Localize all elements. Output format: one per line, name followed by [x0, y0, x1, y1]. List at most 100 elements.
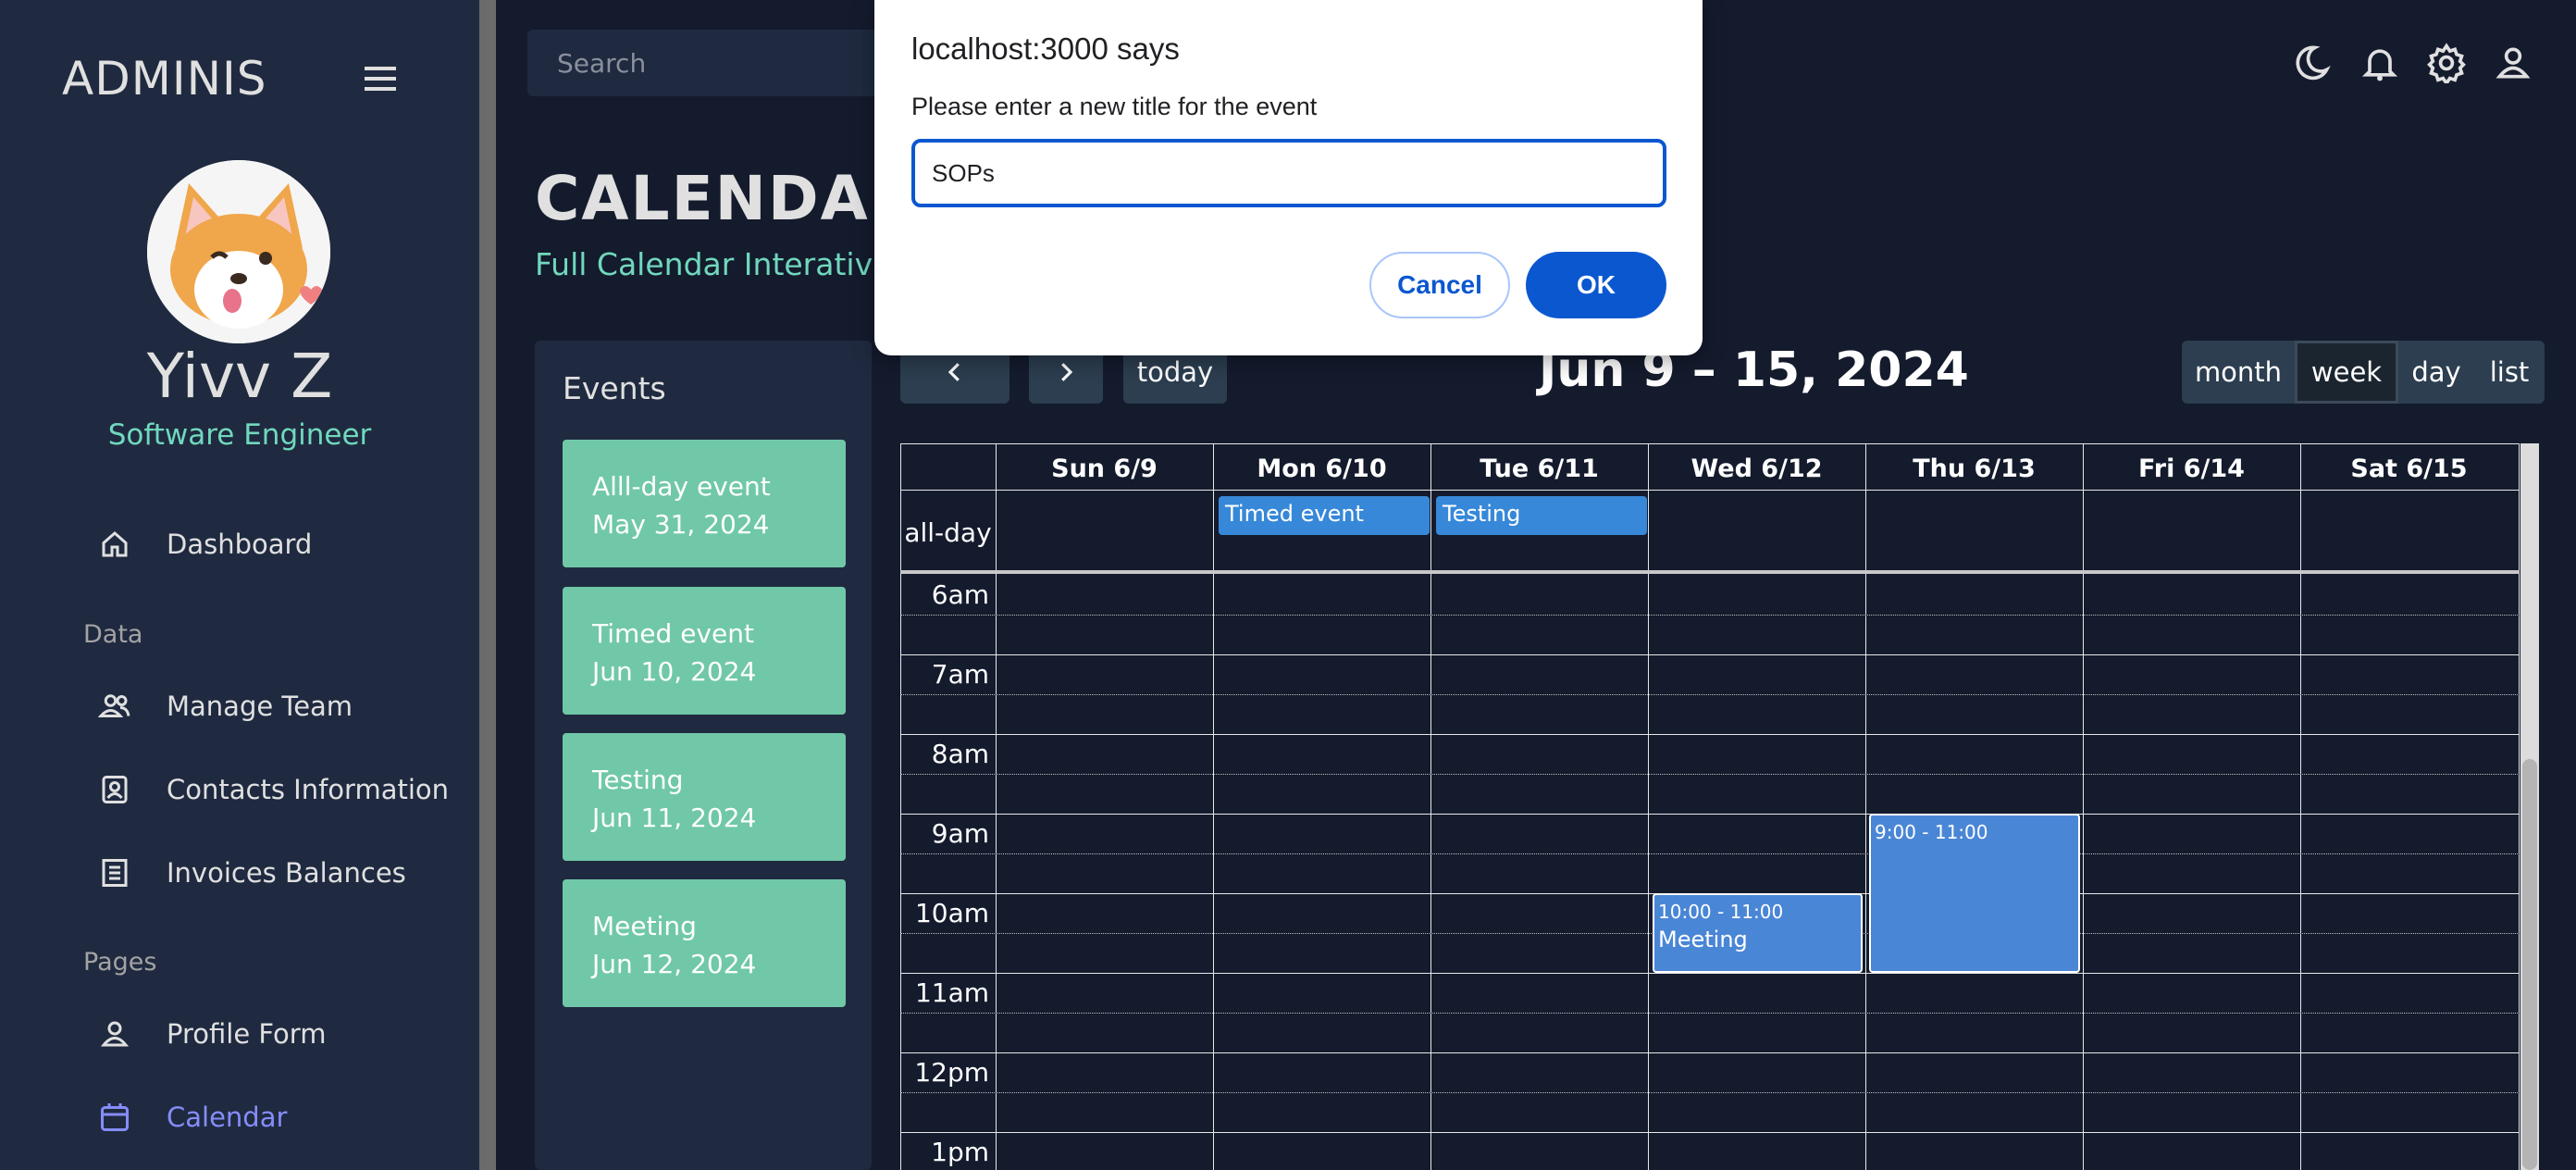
grid-line [900, 443, 2520, 444]
home-icon [93, 522, 137, 566]
view-switcher: month week day list [2182, 341, 2545, 404]
time-label: 12pm [914, 1057, 989, 1088]
day-header[interactable]: Tue 6/11 [1430, 454, 1648, 483]
sidebar: ADMINIS Yivv Z Software Engineer Dashboa… [0, 0, 479, 1170]
grid-line [1213, 443, 1214, 1170]
grid-line [900, 774, 2520, 775]
time-label: 10am [914, 898, 989, 928]
grid-line [900, 490, 2520, 491]
avatar [147, 160, 330, 343]
event-title: Alll-day event [592, 471, 771, 502]
grid-line [1430, 443, 1431, 1170]
grid-line [900, 1013, 2520, 1014]
event-date: Jun 11, 2024 [592, 803, 757, 833]
timed-event[interactable]: 9:00 - 11:00 [1869, 814, 2080, 973]
chevron-right-icon [1061, 363, 1073, 381]
grid-line [900, 1092, 2520, 1093]
grid-line [900, 734, 2520, 735]
time-label: 6am [931, 579, 989, 610]
day-header[interactable]: Fri 6/14 [2083, 454, 2300, 483]
event-title: Timed event [592, 618, 754, 649]
day-header[interactable]: Thu 6/13 [1865, 454, 2083, 483]
events-heading: Events [563, 370, 666, 406]
allday-label: all-day [904, 517, 992, 548]
sidebar-divider [479, 0, 496, 1170]
event-card[interactable]: Meeting Jun 12, 2024 [563, 879, 846, 1007]
event-card[interactable]: Timed event Jun 10, 2024 [563, 587, 846, 715]
view-month-button[interactable]: month [2182, 341, 2295, 404]
sidebar-item-label: Profile Form [167, 1018, 327, 1050]
day-header[interactable]: Sat 6/15 [2300, 454, 2518, 483]
event-time: 10:00 - 11:00 [1658, 901, 1784, 923]
brand-logo: ADMINIS [62, 52, 267, 106]
calendar-grid: Sun 6/9 Mon 6/10 Tue 6/11 Wed 6/12 Thu 6… [900, 443, 2520, 1170]
menu-icon[interactable] [365, 67, 396, 91]
sidebar-item-label: Contacts Information [167, 774, 450, 805]
page-subtitle: Full Calendar Interative P [535, 246, 920, 282]
search-placeholder: Search [557, 48, 647, 79]
grid-line [900, 1132, 2520, 1133]
grid-line [900, 570, 2520, 574]
day-header[interactable]: Wed 6/12 [1648, 454, 1865, 483]
grid-line [996, 443, 997, 1170]
user-role: Software Engineer [107, 418, 372, 452]
people-icon [93, 684, 137, 728]
timed-event[interactable]: 10:00 - 11:00 Meeting [1653, 893, 1863, 973]
ok-button[interactable]: OK [1526, 252, 1666, 318]
chevron-left-icon [947, 363, 960, 381]
event-card[interactable]: Alll-day event May 31, 2024 [563, 440, 846, 567]
event-date: Jun 12, 2024 [592, 949, 757, 979]
grid-line [900, 615, 2520, 616]
time-label: 7am [931, 659, 989, 690]
grid-line [2083, 443, 2084, 1170]
event-title: Meeting [1658, 927, 1748, 952]
allday-event[interactable]: Timed event [1219, 496, 1430, 535]
event-card[interactable]: Testing Jun 11, 2024 [563, 733, 846, 861]
view-week-button[interactable]: week [2295, 341, 2398, 404]
user-icon[interactable] [2493, 43, 2533, 83]
grid-line [2300, 443, 2301, 1170]
user-name: Yivv Z [146, 341, 333, 412]
person-icon [93, 1012, 137, 1056]
grid-line [2519, 443, 2520, 1170]
events-panel: Events Alll-day event May 31, 2024 Timed… [535, 341, 872, 1170]
allday-event[interactable]: Testing [1436, 496, 1647, 535]
receipt-icon [93, 851, 137, 895]
grid-line [900, 694, 2520, 695]
view-day-button[interactable]: day [2398, 341, 2474, 404]
time-label: 9am [931, 818, 989, 849]
scrollbar-thumb[interactable] [2522, 759, 2537, 1170]
section-label-data: Data [83, 620, 143, 649]
search-input[interactable]: Search [527, 30, 898, 96]
sidebar-item-manage-team[interactable]: Manage Team [93, 678, 353, 734]
contacts-icon [93, 767, 137, 812]
cancel-button[interactable]: Cancel [1369, 252, 1510, 318]
bell-icon[interactable] [2359, 43, 2400, 83]
gear-icon[interactable] [2426, 43, 2467, 87]
time-label: 8am [931, 739, 989, 769]
section-label-pages: Pages [83, 948, 157, 977]
sidebar-item-label: Calendar [167, 1102, 288, 1133]
day-header[interactable]: Sun 6/9 [996, 454, 1213, 483]
day-header[interactable]: Mon 6/10 [1213, 454, 1430, 483]
event-title-input[interactable] [911, 139, 1666, 207]
grid-line [900, 973, 2520, 974]
grid-line [900, 814, 2520, 815]
event-title: Testing [592, 765, 684, 795]
view-list-button[interactable]: list [2474, 341, 2545, 404]
event-date: Jun 10, 2024 [592, 656, 757, 687]
time-label: 11am [914, 977, 989, 1008]
grid-line [1865, 443, 1866, 1170]
sidebar-item-profile-form[interactable]: Profile Form [93, 1006, 326, 1062]
sidebar-item-calendar[interactable]: Calendar [93, 1089, 287, 1145]
sidebar-item-invoices[interactable]: Invoices Balances [93, 845, 406, 901]
sidebar-item-label: Manage Team [167, 691, 353, 722]
sidebar-item-label: Dashboard [167, 529, 313, 560]
sidebar-item-contacts[interactable]: Contacts Information [93, 762, 449, 817]
dialog-message: Please enter a new title for the event [911, 93, 1318, 120]
sidebar-item-dashboard[interactable]: Dashboard [93, 517, 312, 572]
grid-line [900, 654, 2520, 655]
grid-line [1648, 443, 1649, 1170]
dark-mode-icon[interactable] [2291, 43, 2332, 83]
grid-line [900, 1052, 2520, 1053]
